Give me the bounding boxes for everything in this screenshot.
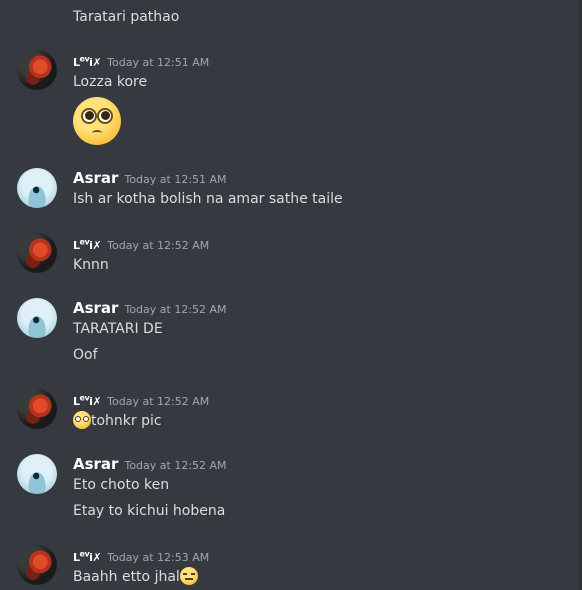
message-content: Baahh etto jhal (73, 567, 198, 586)
avatar[interactable] (17, 298, 57, 338)
message-header: Levi✗ Today at 12:53 AM (73, 546, 209, 565)
message-content: tohnkr pic (73, 411, 162, 430)
username-levi[interactable]: Levi✗ (73, 549, 102, 564)
username-levi[interactable]: Levi✗ (73, 393, 102, 408)
expressionless-face-emoji-icon[interactable] (179, 567, 198, 585)
avatar[interactable] (17, 454, 57, 494)
avatar[interactable] (17, 233, 57, 273)
avatar[interactable] (17, 50, 57, 90)
pleading-face-emoji-icon[interactable] (73, 97, 121, 145)
message-header: Asrar Today at 12:52 AM (73, 298, 227, 317)
message-text: tohnkr pic (91, 413, 162, 429)
message-header: Asrar Today at 12:52 AM (73, 454, 227, 473)
message-content: Knnn (73, 257, 109, 273)
message-timestamp: Today at 12:52 AM (107, 239, 210, 252)
message-header: Asrar Today at 12:51 AM (73, 168, 227, 187)
message-header: Levi✗ Today at 12:51 AM (73, 51, 209, 70)
username-levi[interactable]: Levi✗ (73, 237, 102, 252)
message-text: Baahh etto jhal (73, 569, 180, 585)
username-asrar[interactable]: Asrar (73, 455, 118, 473)
message-content: Ish ar kotha bolish na amar sathe taile (73, 191, 343, 207)
avatar[interactable] (17, 168, 57, 208)
pleading-face-emoji-icon[interactable] (73, 411, 91, 429)
message-content: Eto choto ken (73, 477, 170, 493)
avatar[interactable] (17, 545, 57, 585)
message-header: Levi✗ Today at 12:52 AM (73, 234, 209, 253)
avatar[interactable] (17, 389, 57, 429)
username-asrar[interactable]: Asrar (73, 169, 118, 187)
message-content: Etay to kichui hobena (73, 503, 226, 519)
message-timestamp: Today at 12:51 AM (107, 56, 210, 69)
message-timestamp: Today at 12:51 AM (124, 173, 227, 186)
message-content: TARATARI DE (73, 321, 163, 337)
message-timestamp: Today at 12:53 AM (107, 551, 210, 564)
message-content: Taratari pathao (73, 9, 180, 25)
message-content: Oof (73, 347, 98, 363)
message-header: Levi✗ Today at 12:52 AM (73, 390, 209, 409)
username-levi[interactable]: Levi✗ (73, 54, 102, 69)
message-timestamp: Today at 12:52 AM (107, 395, 210, 408)
username-asrar[interactable]: Asrar (73, 299, 118, 317)
message-timestamp: Today at 12:52 AM (124, 303, 227, 316)
message-timestamp: Today at 12:52 AM (124, 459, 227, 472)
message-content: Lozza kore (73, 74, 148, 90)
